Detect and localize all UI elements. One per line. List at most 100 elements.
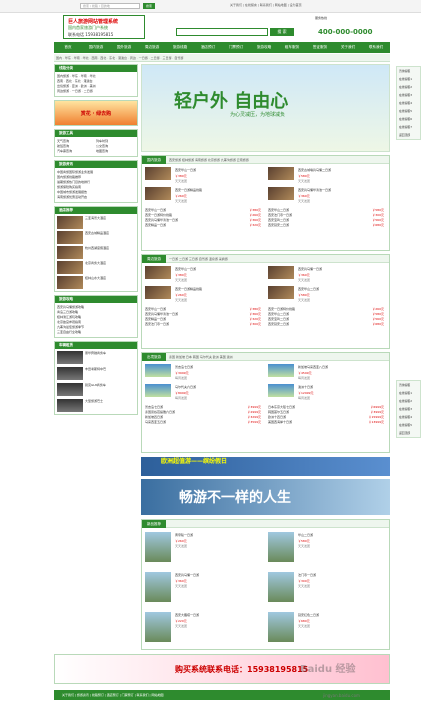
tour-list-item[interactable]: 西安法门寺一日游 (145, 322, 169, 326)
list-item[interactable]: 三亚自由行全攻略 (57, 330, 135, 335)
tour-card[interactable]: 马尔代夫六日游 ￥8999元 每周发团 (145, 384, 265, 402)
car-thumb[interactable] (57, 383, 83, 396)
tour-card[interactable]: 新加坡马来西亚八日游 ￥4599元 每周发团 (268, 364, 388, 382)
product-thumb[interactable] (145, 532, 171, 562)
list-item[interactable]: 海南旅游优惠活动开启 (57, 195, 135, 200)
product-title[interactable]: 华山二日游 (298, 533, 313, 537)
tour-card[interactable]: 澳洲十日游 ￥12999元 每周发团 (268, 384, 388, 402)
tour-list-item[interactable]: 西安宝鸡二日游 (268, 317, 289, 321)
tour-list-item[interactable]: 西安精品一日游 (145, 223, 166, 227)
float-item[interactable]: 在线客服3 (397, 405, 420, 413)
section-title[interactable]: 国内旅游 (142, 156, 166, 164)
float-item[interactable]: 在线客服1 (397, 75, 420, 83)
hotel-thumb[interactable] (57, 216, 83, 229)
tour-list-item[interactable]: 西安宝鸡二日游 (268, 218, 289, 222)
hotel-thumb[interactable] (57, 246, 83, 259)
section-links[interactable]: 泰国 新加坡 日本 韩国 马尔代夫 欧洲 美国 澳洲 (169, 353, 233, 361)
site-logo[interactable]: 巨人旅游网站管理系统 国内首家旅游门户系统 联系电话 15938195815 (63, 15, 145, 39)
tour-list-item[interactable]: 新加坡四日游 (145, 415, 163, 419)
tour-title[interactable]: 西安华山二日游 (298, 287, 319, 291)
tour-card[interactable]: 西安兵马俑一日游 ￥360元 天天发团 (268, 266, 388, 284)
nav-item[interactable]: 国外旅游 (110, 42, 138, 53)
tour-list-item[interactable]: 西安华山一日游 (145, 208, 166, 212)
nav-item[interactable]: 关于我们 (334, 42, 362, 53)
float-item[interactable]: 在线客服6 (397, 115, 420, 123)
tour-list-item[interactable]: 西安延安二日游 (268, 322, 289, 326)
car-name[interactable]: 别克GL8商务车 (85, 383, 106, 396)
nav-item[interactable]: 酒店预订 (194, 42, 222, 53)
hotel-name[interactable]: 西安古城精品酒店 (85, 231, 109, 244)
product-thumb[interactable] (145, 612, 171, 642)
tour-thumb[interactable] (145, 384, 171, 397)
tour-thumb[interactable] (268, 384, 294, 397)
tool-item[interactable]: 地图查询 (96, 149, 135, 154)
car-name[interactable]: 大型旅游巴士 (85, 399, 103, 412)
hotel-name[interactable]: 三亚海景大酒店 (85, 216, 106, 229)
section-title[interactable]: 周边旅游 (142, 255, 166, 263)
tour-title[interactable]: 普吉岛七日游 (175, 365, 193, 369)
tour-title[interactable]: 西安一日游精品线路 (175, 188, 202, 192)
section-title[interactable]: 新品推荐 (142, 520, 166, 528)
tour-list-item[interactable]: 美国西海岸十日游 (268, 420, 292, 424)
nav-item[interactable]: 国内旅游 (82, 42, 110, 53)
product-title[interactable]: 延安红色二日游 (298, 613, 319, 617)
product-card[interactable]: 华山二日游 ￥580元 天天发团 (268, 532, 388, 568)
section-links[interactable]: 一日游 二日游 三日游 自驾游 温泉游 采摘游 (169, 255, 228, 263)
product-thumb[interactable] (268, 612, 294, 642)
tour-list-item[interactable]: 西安兵马俑华清池一日游 (145, 312, 178, 316)
hero-banner[interactable]: 轻户外 自由心 为心灵减压，为地球减负 (141, 64, 390, 152)
nav-item[interactable]: 旅游线路 (166, 42, 194, 53)
tour-thumb[interactable] (268, 187, 294, 200)
tour-thumb[interactable] (145, 364, 171, 377)
promo-ad-banner-2[interactable]: 畅游不一样的人生 (141, 479, 390, 515)
tour-list-item[interactable]: 普吉岛七日游 (145, 405, 163, 409)
tour-title[interactable]: 西安一日游精品线路 (175, 287, 202, 291)
tour-list-item[interactable]: 西安一日游特价线路 (268, 307, 295, 311)
product-card[interactable]: 西安大雁塔一日游 ￥220元 天天发团 (145, 612, 265, 648)
nav-item[interactable]: 首页 (54, 42, 82, 53)
tour-list-item[interactable]: 泰国曼谷芭提雅六日游 (145, 410, 175, 414)
product-thumb[interactable] (268, 572, 294, 602)
float-item[interactable]: 在线客服1 (397, 389, 420, 397)
float-item[interactable]: 返回顶部 (397, 429, 420, 437)
nav-item[interactable]: 门票预订 (222, 42, 250, 53)
tour-thumb[interactable] (145, 167, 171, 180)
tour-list-item[interactable]: 西安延安二日游 (268, 223, 289, 227)
sub-nav[interactable]: 国内 · 华东 · 华南 · 华北 · 西南 · 西北 · 东北 · 港澳台 ·… (54, 54, 390, 62)
tour-card[interactable]: 西安华山一日游 ￥380元 天天发团 (145, 266, 265, 284)
tour-title[interactable]: 西安兵马俑一日游 (298, 267, 322, 271)
tour-card[interactable]: 西安一日游精品线路 ￥260元 天天发团 (145, 187, 265, 205)
promo-box[interactable]: 赏花 · 绿去购 (54, 100, 138, 126)
car-thumb[interactable] (57, 399, 83, 412)
tour-list-item[interactable]: 西安法门寺一日游 (268, 213, 292, 217)
promo-ad-banner[interactable]: 欧洲超值游——缤纷假日 (141, 457, 390, 476)
nav-item[interactable]: 旅游攻略 (250, 42, 278, 53)
tour-card[interactable]: 普吉岛七日游 ￥3999元 每周发团 (145, 364, 265, 382)
hotel-thumb[interactable] (57, 276, 83, 289)
product-card[interactable]: 延安红色二日游 ￥680元 天天发团 (268, 612, 388, 648)
float-item[interactable]: 在线客服4 (397, 413, 420, 421)
float-item[interactable]: 在线客服5 (397, 107, 420, 115)
tour-title[interactable]: 西安华山一日游 (175, 168, 196, 172)
hotel-name[interactable]: 杭州西湖度假酒店 (85, 246, 109, 259)
tour-title[interactable]: 新加坡马来西亚八日游 (298, 365, 328, 369)
tour-list-item[interactable]: 韩国首尔五日游 (268, 410, 289, 414)
tour-title[interactable]: 西安兵马俑华清池一日游 (298, 188, 331, 192)
tour-list-item[interactable]: 西安精品一日游 (145, 317, 166, 321)
tour-list-item[interactable]: 西安华山二日游 (268, 312, 289, 316)
float-item[interactable]: 返回顶部 (397, 131, 420, 139)
float-item[interactable]: 在线客服2 (397, 397, 420, 405)
hotel-thumb[interactable] (57, 231, 83, 244)
tour-card[interactable]: 西安古城墙兵马俑二日游 ￥580元 天天发团 (268, 167, 388, 185)
float-item[interactable]: 在线客服5 (397, 421, 420, 429)
car-name[interactable]: 丰田考斯特中巴 (85, 367, 106, 380)
product-card[interactable]: 西安兵马俑一日游 ￥360元 天天发团 (145, 572, 265, 608)
tour-title[interactable]: 马尔代夫六日游 (175, 385, 196, 389)
float-item[interactable]: 在线客服4 (397, 99, 420, 107)
float-item[interactable]: 在线客服2 (397, 83, 420, 91)
nav-item[interactable]: 签证服务 (306, 42, 334, 53)
hotel-thumb[interactable] (57, 261, 83, 274)
tour-thumb[interactable] (268, 364, 294, 377)
product-title[interactable]: 西安兵马俑一日游 (175, 573, 199, 577)
product-thumb[interactable] (145, 572, 171, 602)
